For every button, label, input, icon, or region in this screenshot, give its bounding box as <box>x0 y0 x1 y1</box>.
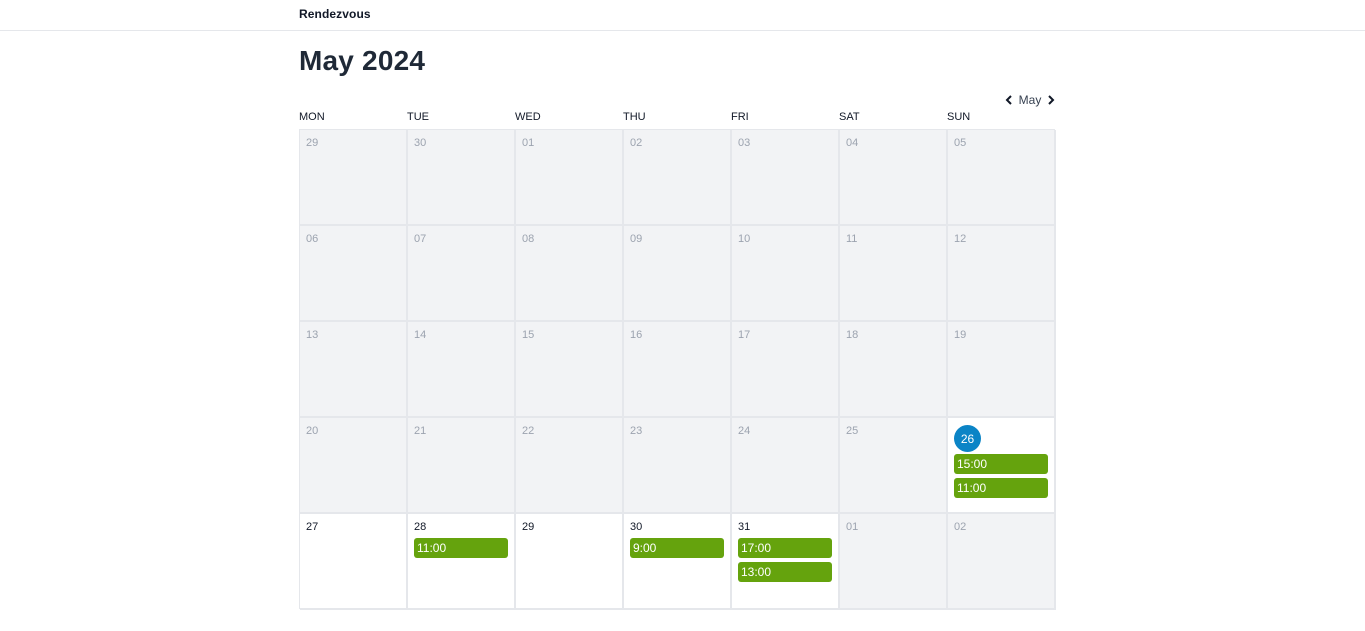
time-slot-button[interactable]: 11:00 <box>414 538 508 558</box>
day-number: 30 <box>630 521 643 533</box>
weekday-label: TUE <box>407 111 429 123</box>
day-number: 22 <box>522 425 535 437</box>
day-number: 15 <box>522 329 535 341</box>
calendar-grid: 29 30 01 02 03 04 05 06 07 08 09 10 11 12 13 14 15 16 17 18… <box>299 129 1056 610</box>
day-number: 20 <box>306 425 319 437</box>
day-cell[interactable]: 29 <box>516 514 624 610</box>
day-number: 05 <box>954 137 967 149</box>
day-cell: 03 <box>732 130 840 226</box>
day-cell: 29 <box>300 130 408 226</box>
current-month-label: May <box>1018 93 1042 107</box>
day-number: 18 <box>846 329 859 341</box>
time-slot-list: 17:00 13:00 <box>738 538 832 582</box>
day-cell: 08 <box>516 226 624 322</box>
weekday-label: SUN <box>947 111 971 123</box>
day-number: 02 <box>954 521 967 533</box>
day-number: 24 <box>738 425 751 437</box>
day-cell: 13 <box>300 322 408 418</box>
day-cell: 20 <box>300 418 408 514</box>
weekday-header-row: MON TUE WED THU FRI SAT SUN <box>299 111 1055 125</box>
day-number: 06 <box>306 233 319 245</box>
time-slot-list: 9:00 <box>630 538 724 558</box>
time-slot-list: 15:00 11:00 <box>954 454 1048 498</box>
day-cell: 21 <box>408 418 516 514</box>
weekday-label: THU <box>623 111 646 123</box>
day-cell[interactable]: 28 11:00 <box>408 514 516 610</box>
day-number: 19 <box>954 329 967 341</box>
day-number: 11 <box>846 233 858 245</box>
time-slot-list: 11:00 <box>414 538 508 558</box>
page-title: May 2024 <box>299 45 426 76</box>
day-cell: 02 <box>948 514 1056 610</box>
day-cell: 17 <box>732 322 840 418</box>
day-number: 01 <box>846 521 859 533</box>
day-cell[interactable]: 27 <box>300 514 408 610</box>
day-number: 08 <box>522 233 535 245</box>
weekday-label: WED <box>515 111 541 123</box>
day-number: 12 <box>954 233 967 245</box>
day-cell: 05 <box>948 130 1056 226</box>
chevron-left-icon[interactable] <box>1003 93 1015 107</box>
day-cell: 06 <box>300 226 408 322</box>
day-cell: 18 <box>840 322 948 418</box>
day-cell: 02 <box>624 130 732 226</box>
day-number: 07 <box>414 233 427 245</box>
day-number: 13 <box>306 329 319 341</box>
month-navigation: May <box>1003 92 1057 108</box>
top-bar: Rendezvous <box>0 0 1365 31</box>
day-number: 21 <box>414 425 427 437</box>
day-cell: 14 <box>408 322 516 418</box>
day-number: 23 <box>630 425 643 437</box>
day-cell[interactable]: 31 17:00 13:00 <box>732 514 840 610</box>
day-cell: 09 <box>624 226 732 322</box>
day-number: 10 <box>738 233 751 245</box>
day-number: 03 <box>738 137 751 149</box>
day-cell: 01 <box>840 514 948 610</box>
weekday-label: MON <box>299 111 325 123</box>
day-number: 30 <box>414 137 427 149</box>
day-cell: 15 <box>516 322 624 418</box>
day-cell: 10 <box>732 226 840 322</box>
day-number: 09 <box>630 233 643 245</box>
day-number: 01 <box>522 137 535 149</box>
day-number: 14 <box>414 329 427 341</box>
day-number: 31 <box>738 521 751 533</box>
day-number: 29 <box>306 137 319 149</box>
day-cell: 04 <box>840 130 948 226</box>
day-cell: 24 <box>732 418 840 514</box>
day-cell: 22 <box>516 418 624 514</box>
time-slot-button[interactable]: 15:00 <box>954 454 1048 474</box>
brand-logo-text[interactable]: Rendezvous <box>299 7 371 21</box>
day-cell: 19 <box>948 322 1056 418</box>
time-slot-button[interactable]: 9:00 <box>630 538 724 558</box>
day-cell[interactable]: 30 9:00 <box>624 514 732 610</box>
day-cell: 07 <box>408 226 516 322</box>
weekday-label: FRI <box>731 111 749 123</box>
day-cell: 30 <box>408 130 516 226</box>
time-slot-button[interactable]: 11:00 <box>954 478 1048 498</box>
day-number: 02 <box>630 137 643 149</box>
day-number: 29 <box>522 521 535 533</box>
weekday-label: SAT <box>839 111 860 123</box>
chevron-right-icon[interactable] <box>1045 93 1057 107</box>
today-date-badge: 26 <box>954 425 981 452</box>
day-cell: 16 <box>624 322 732 418</box>
day-number: 25 <box>846 425 859 437</box>
day-cell: 11 <box>840 226 948 322</box>
day-number: 04 <box>846 137 859 149</box>
day-cell: 12 <box>948 226 1056 322</box>
day-cell: 25 <box>840 418 948 514</box>
day-cell: 01 <box>516 130 624 226</box>
day-number: 17 <box>738 329 751 341</box>
day-cell: 23 <box>624 418 732 514</box>
day-number: 28 <box>414 521 427 533</box>
day-cell-today[interactable]: 26 15:00 11:00 <box>948 418 1056 514</box>
day-number: 16 <box>630 329 643 341</box>
time-slot-button[interactable]: 17:00 <box>738 538 832 558</box>
day-number: 27 <box>306 521 319 533</box>
time-slot-button[interactable]: 13:00 <box>738 562 832 582</box>
